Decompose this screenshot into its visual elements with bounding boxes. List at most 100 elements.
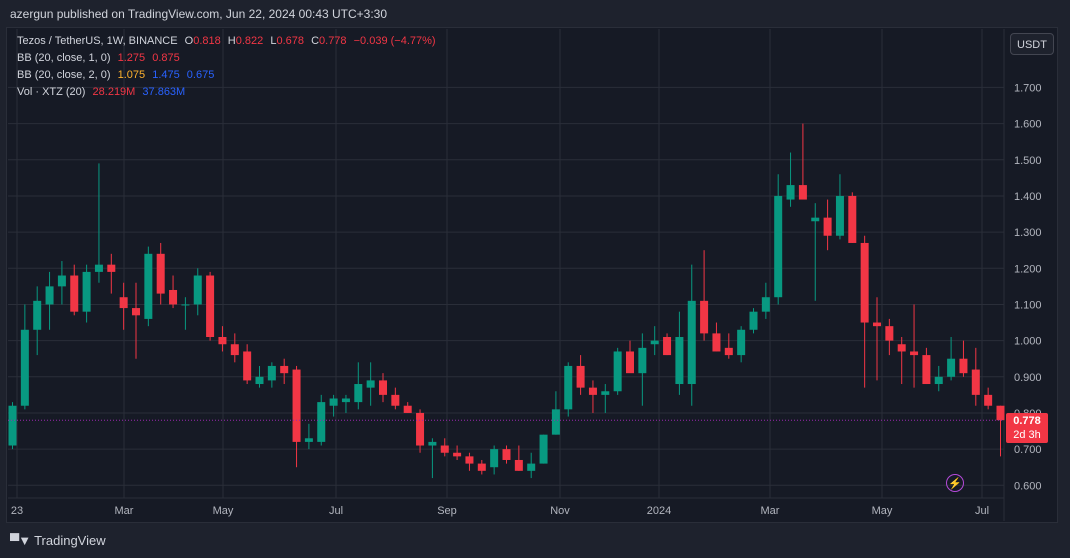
candle-body[interactable] (366, 380, 375, 388)
candle-body[interactable] (823, 217, 832, 236)
candle-body[interactable] (959, 358, 968, 374)
candle-body[interactable] (206, 275, 215, 338)
candle-body[interactable] (934, 376, 943, 385)
candle-body[interactable] (107, 264, 116, 272)
candle-body[interactable] (761, 297, 770, 312)
candle-body[interactable] (626, 351, 634, 374)
candle-body[interactable] (971, 369, 980, 395)
candle-body[interactable] (996, 405, 1005, 421)
legend-bb1-row[interactable]: BB (20, close, 1, 0) 1.275 0.875 (17, 52, 184, 64)
candle-body[interactable] (490, 449, 499, 468)
candle-body[interactable] (551, 409, 560, 435)
bb1-value-2: 0.875 (152, 52, 180, 64)
candle-body[interactable] (341, 398, 350, 403)
candle-body[interactable] (428, 441, 437, 446)
candle-body[interactable] (588, 387, 597, 395)
candle-body[interactable] (82, 271, 91, 312)
candle-body[interactable] (132, 308, 140, 316)
candle-body[interactable] (786, 185, 795, 200)
candle-body[interactable] (230, 344, 239, 356)
candle-body[interactable] (737, 329, 746, 356)
candle-body[interactable] (70, 275, 79, 312)
candle-body[interactable] (169, 289, 178, 305)
x-tick-label: Jul (329, 505, 343, 517)
candle-body[interactable] (304, 438, 313, 442)
lightning-icon[interactable]: ⚡ (946, 474, 964, 492)
candle-body[interactable] (391, 394, 400, 406)
candle-body[interactable] (873, 322, 881, 327)
legend-symbol-row: Tezos / TetherUS, 1W, BINANCE O0.818 H0.… (17, 35, 440, 47)
candle-body[interactable] (663, 337, 672, 356)
candle-body[interactable] (811, 217, 820, 222)
candle-body[interactable] (687, 300, 696, 385)
x-tick-label: Sep (437, 505, 457, 517)
candle-body[interactable] (798, 185, 807, 200)
candle-body[interactable] (774, 195, 783, 298)
candle-body[interactable] (576, 365, 585, 388)
candle-body[interactable] (20, 329, 29, 406)
y-tick-label: 1.100 (1014, 299, 1042, 311)
candle-body[interactable] (453, 452, 462, 457)
candle-body[interactable] (292, 369, 301, 442)
candle-body[interactable] (45, 286, 54, 305)
candle-body[interactable] (947, 358, 956, 377)
x-tick-label: 2024 (647, 505, 671, 517)
candle-body[interactable] (267, 365, 276, 381)
currency-unit-button[interactable]: USDT (1010, 33, 1054, 55)
candle-body[interactable] (650, 340, 659, 345)
candle-body[interactable] (329, 398, 338, 406)
candle-body[interactable] (477, 463, 486, 471)
candlestick-chart[interactable]: 0.6000.7000.8000.9001.0001.1001.2001.300… (7, 28, 1057, 522)
candle-body[interactable] (502, 449, 511, 460)
legend-bb2-row[interactable]: BB (20, close, 2, 0) 1.075 1.475 0.675 (17, 69, 218, 81)
candle-body[interactable] (897, 344, 906, 352)
candle-body[interactable] (181, 304, 190, 306)
candle-body[interactable] (984, 394, 993, 406)
candle-body[interactable] (193, 275, 202, 305)
candle-body[interactable] (280, 365, 289, 374)
candle-body[interactable] (243, 351, 252, 381)
candle-body[interactable] (601, 391, 610, 395)
candle-body[interactable] (848, 195, 857, 243)
bb1-value-1: 1.275 (117, 52, 146, 64)
candle-body[interactable] (675, 337, 684, 385)
candle-body[interactable] (144, 253, 153, 319)
candle-body[interactable] (465, 456, 474, 464)
footer-brand[interactable]: ▀▼ TradingView (10, 533, 106, 548)
chart-panel[interactable]: 0.6000.7000.8000.9001.0001.1001.2001.300… (6, 27, 1058, 523)
candle-body[interactable] (638, 347, 647, 374)
candle-body[interactable] (94, 264, 103, 272)
candle-body[interactable] (379, 380, 387, 395)
candle-body[interactable] (403, 405, 412, 413)
candle-body[interactable] (119, 297, 128, 309)
candle-body[interactable] (255, 376, 264, 385)
candle-body[interactable] (416, 412, 425, 446)
candle-body[interactable] (514, 459, 523, 471)
candle-body[interactable] (885, 326, 894, 341)
candle-body[interactable] (910, 351, 919, 356)
candle-body[interactable] (835, 195, 844, 236)
candle-body[interactable] (57, 275, 66, 287)
candle-body[interactable] (700, 300, 709, 334)
candle-body[interactable] (724, 347, 733, 356)
candle-body[interactable] (527, 463, 536, 471)
candle-body[interactable] (564, 365, 573, 410)
legend-volume-row[interactable]: Vol · XTZ (20) 28.219M 37.863M (17, 86, 189, 98)
candle-body[interactable] (8, 405, 17, 446)
last-price-tag: 0.778 2d 3h (1006, 413, 1048, 443)
candle-body[interactable] (539, 434, 548, 464)
candle-body[interactable] (712, 333, 721, 352)
candle-body[interactable] (860, 242, 869, 323)
candle-body[interactable] (922, 355, 931, 385)
candle-body[interactable] (440, 445, 449, 453)
y-tick-label: 0.600 (1014, 480, 1042, 492)
candle-body[interactable] (218, 337, 227, 345)
candle-body[interactable] (354, 384, 363, 403)
candle-body[interactable] (317, 402, 326, 442)
candle-body[interactable] (156, 253, 165, 294)
candle-body[interactable] (33, 300, 42, 330)
candle-body[interactable] (613, 351, 622, 392)
x-tick-label: May (213, 505, 234, 517)
legend-open: O0.818 (184, 35, 221, 47)
candle-body[interactable] (749, 311, 758, 330)
